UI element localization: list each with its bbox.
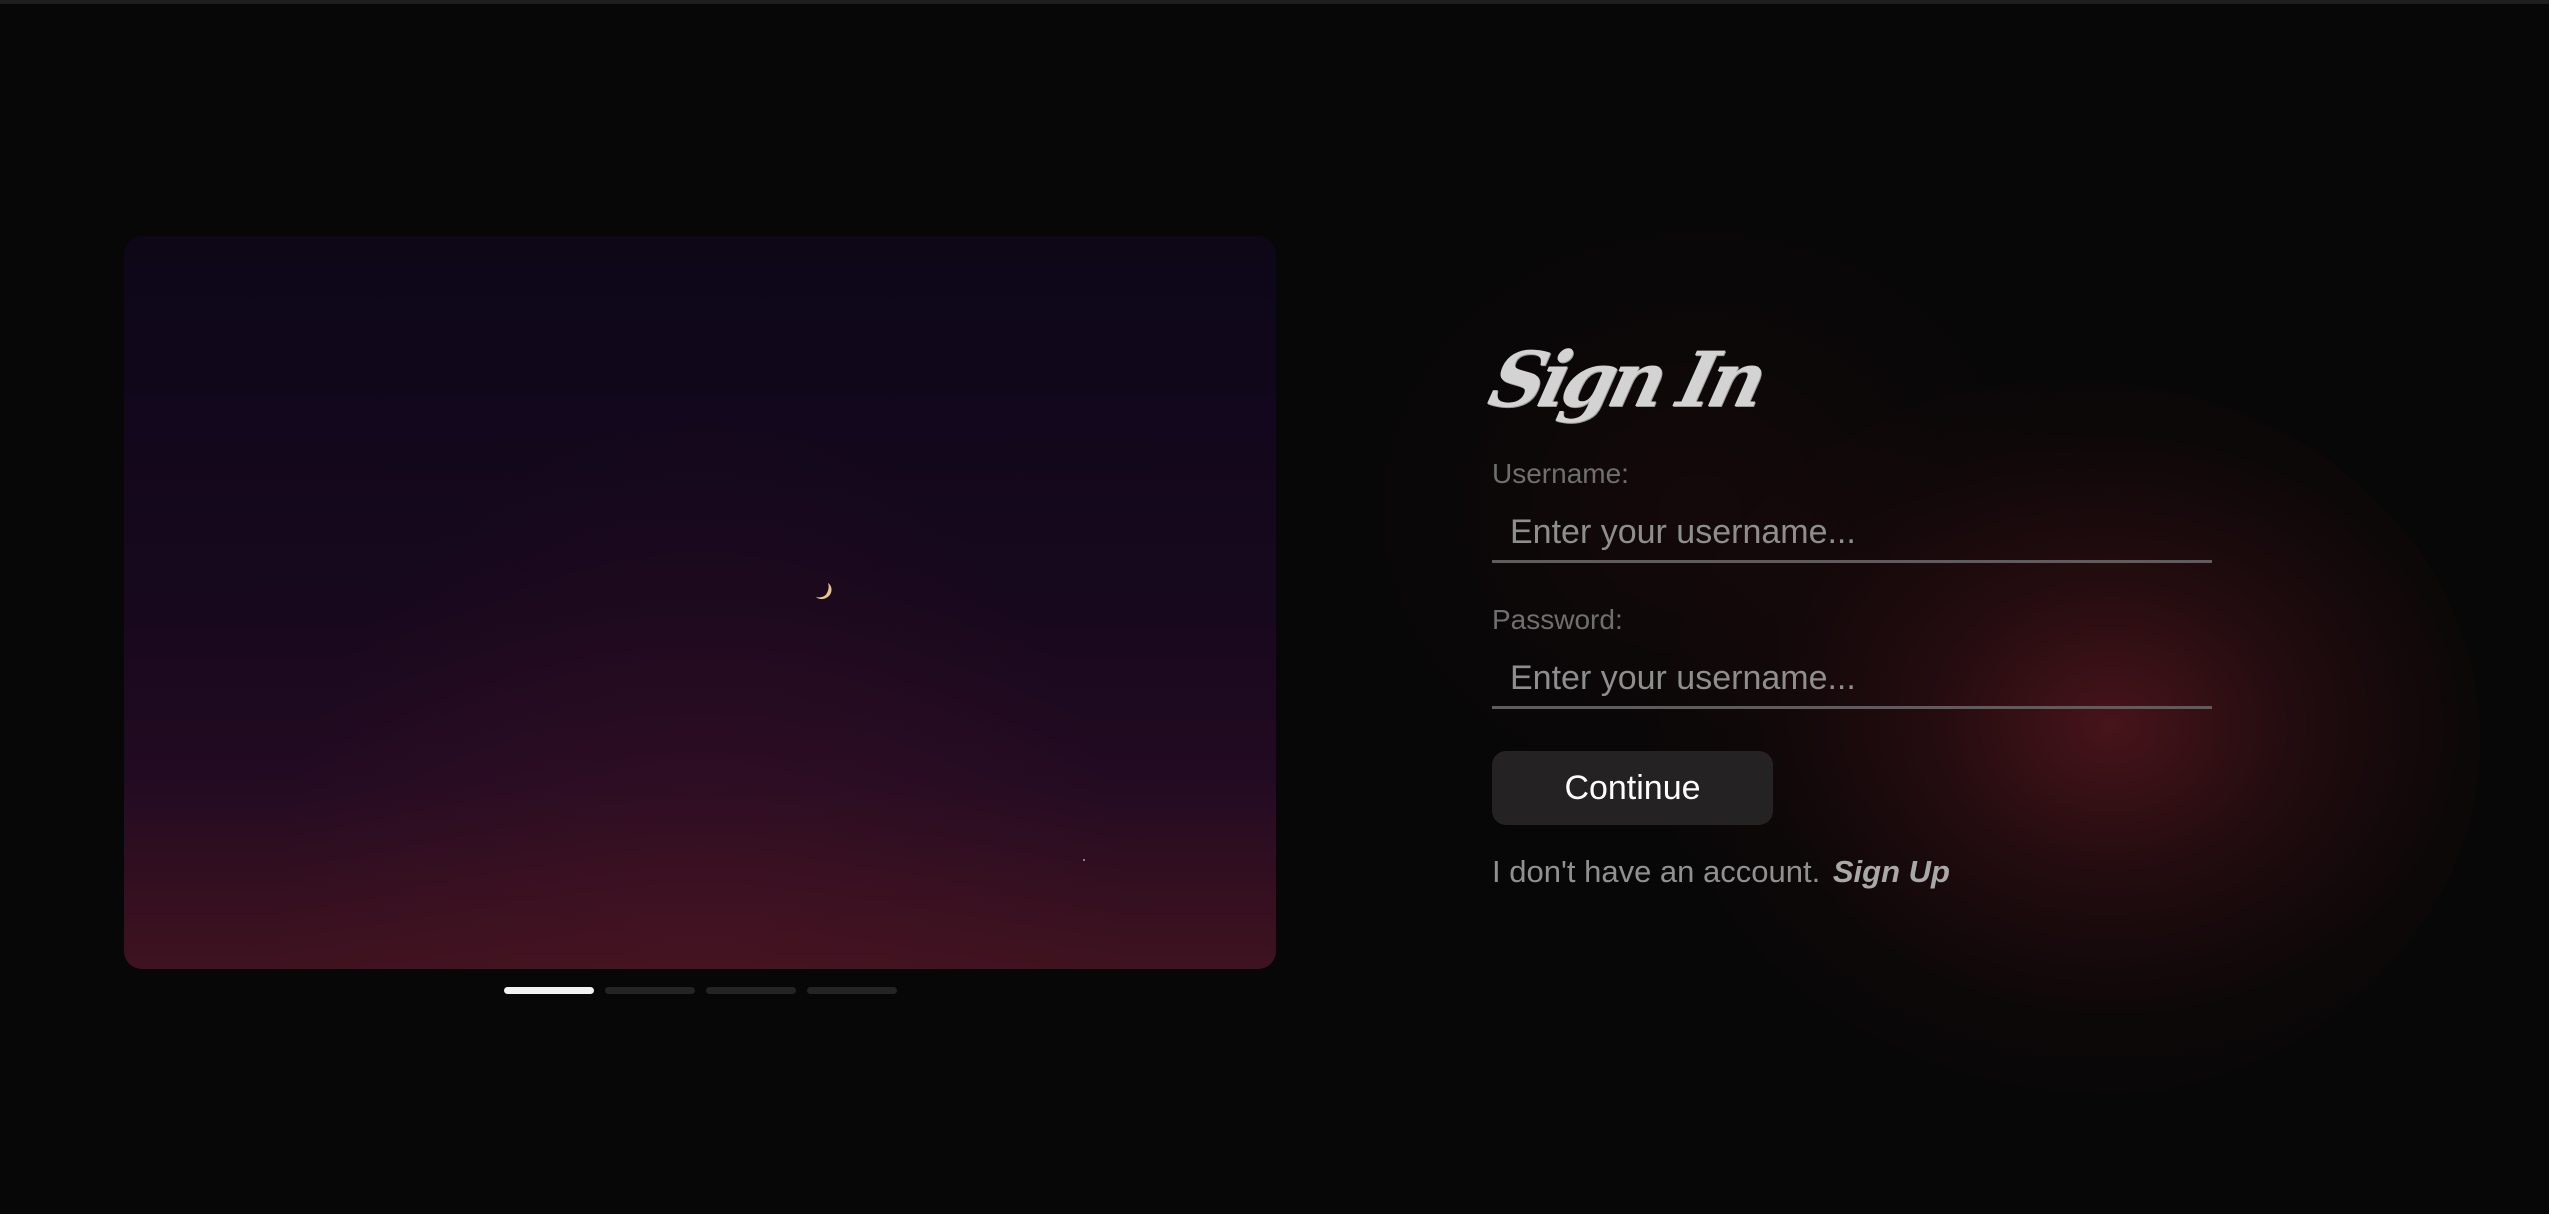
carousel-image-night-sky	[124, 236, 1276, 969]
password-input[interactable]	[1492, 651, 2212, 709]
image-vignette	[124, 236, 1276, 969]
username-label: Username:	[1492, 458, 1629, 489]
continue-button[interactable]: Continue	[1492, 751, 1773, 825]
top-border	[0, 0, 2549, 4]
star	[1083, 859, 1085, 861]
sign-in-page: Sign In Username: Password: Continue I d…	[0, 0, 2549, 1214]
carousel-indicator-3[interactable]	[706, 987, 796, 994]
background-glow	[1660, 380, 2480, 1100]
crescent-moon-icon	[816, 583, 832, 600]
carousel-indicator-2[interactable]	[605, 987, 695, 994]
sign-up-link[interactable]: Sign Up	[1833, 854, 1950, 889]
signup-prompt: I don't have an account. Sign Up	[1492, 854, 1950, 890]
carousel-indicators	[504, 987, 897, 994]
page-title: Sign In	[1481, 335, 1771, 424]
no-account-text: I don't have an account.	[1492, 854, 1821, 889]
password-label: Password:	[1492, 604, 1623, 635]
username-input[interactable]	[1492, 505, 2212, 563]
carousel-indicator-1[interactable]	[504, 987, 594, 994]
carousel-indicator-4[interactable]	[807, 987, 897, 994]
